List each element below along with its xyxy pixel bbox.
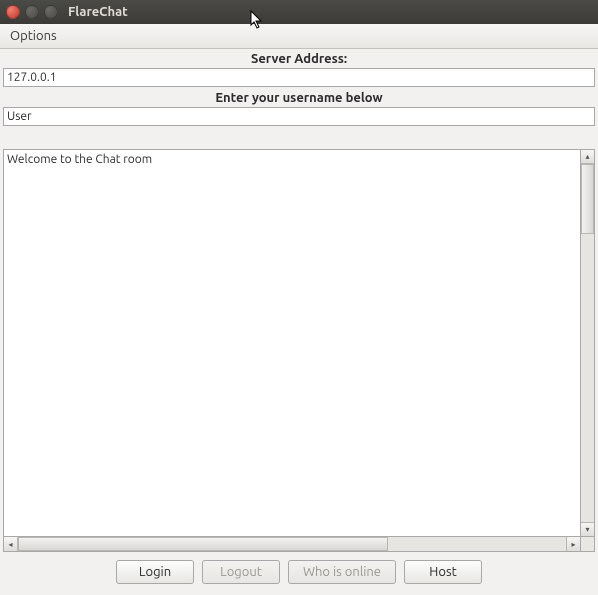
- who-is-online-button[interactable]: Who is online: [288, 560, 396, 584]
- scroll-down-icon[interactable]: ▾: [581, 522, 594, 536]
- chat-welcome-text: Welcome to the Chat room: [7, 153, 152, 166]
- window-title: FlareChat: [68, 5, 128, 19]
- server-address-input[interactable]: [3, 68, 595, 87]
- maximize-icon[interactable]: [44, 5, 58, 19]
- scroll-right-icon[interactable]: ▸: [566, 537, 580, 551]
- scroll-left-icon[interactable]: ◂: [4, 537, 18, 551]
- username-input[interactable]: [3, 107, 595, 126]
- horizontal-scrollbar[interactable]: ◂ ▸: [3, 537, 581, 552]
- hscroll-track[interactable]: [18, 537, 566, 551]
- username-prompt-label: Enter your username below: [0, 88, 598, 107]
- scroll-corner: [581, 537, 595, 552]
- menu-options[interactable]: Options: [6, 27, 61, 45]
- chat-text-area[interactable]: Welcome to the Chat room: [3, 149, 581, 537]
- vscroll-track[interactable]: [581, 164, 594, 522]
- hscroll-row: ◂ ▸: [3, 537, 595, 552]
- hscroll-thumb[interactable]: [18, 537, 388, 551]
- content-area: Server Address: Enter your username belo…: [0, 49, 598, 592]
- server-address-label: Server Address:: [0, 49, 598, 68]
- menubar: Options: [0, 24, 598, 49]
- button-bar: Login Logout Who is online Host: [0, 552, 598, 592]
- spacer: [0, 127, 598, 149]
- vscroll-thumb[interactable]: [581, 164, 594, 234]
- window-controls: [6, 5, 58, 19]
- logout-button[interactable]: Logout: [202, 560, 280, 584]
- login-button[interactable]: Login: [116, 560, 194, 584]
- close-icon[interactable]: [6, 5, 20, 19]
- host-button[interactable]: Host: [404, 560, 482, 584]
- chat-area-wrapper: Welcome to the Chat room ▴ ▾: [3, 149, 595, 537]
- minimize-icon[interactable]: [25, 5, 39, 19]
- vertical-scrollbar[interactable]: ▴ ▾: [581, 149, 595, 537]
- scroll-up-icon[interactable]: ▴: [581, 150, 594, 164]
- titlebar: FlareChat: [0, 0, 598, 24]
